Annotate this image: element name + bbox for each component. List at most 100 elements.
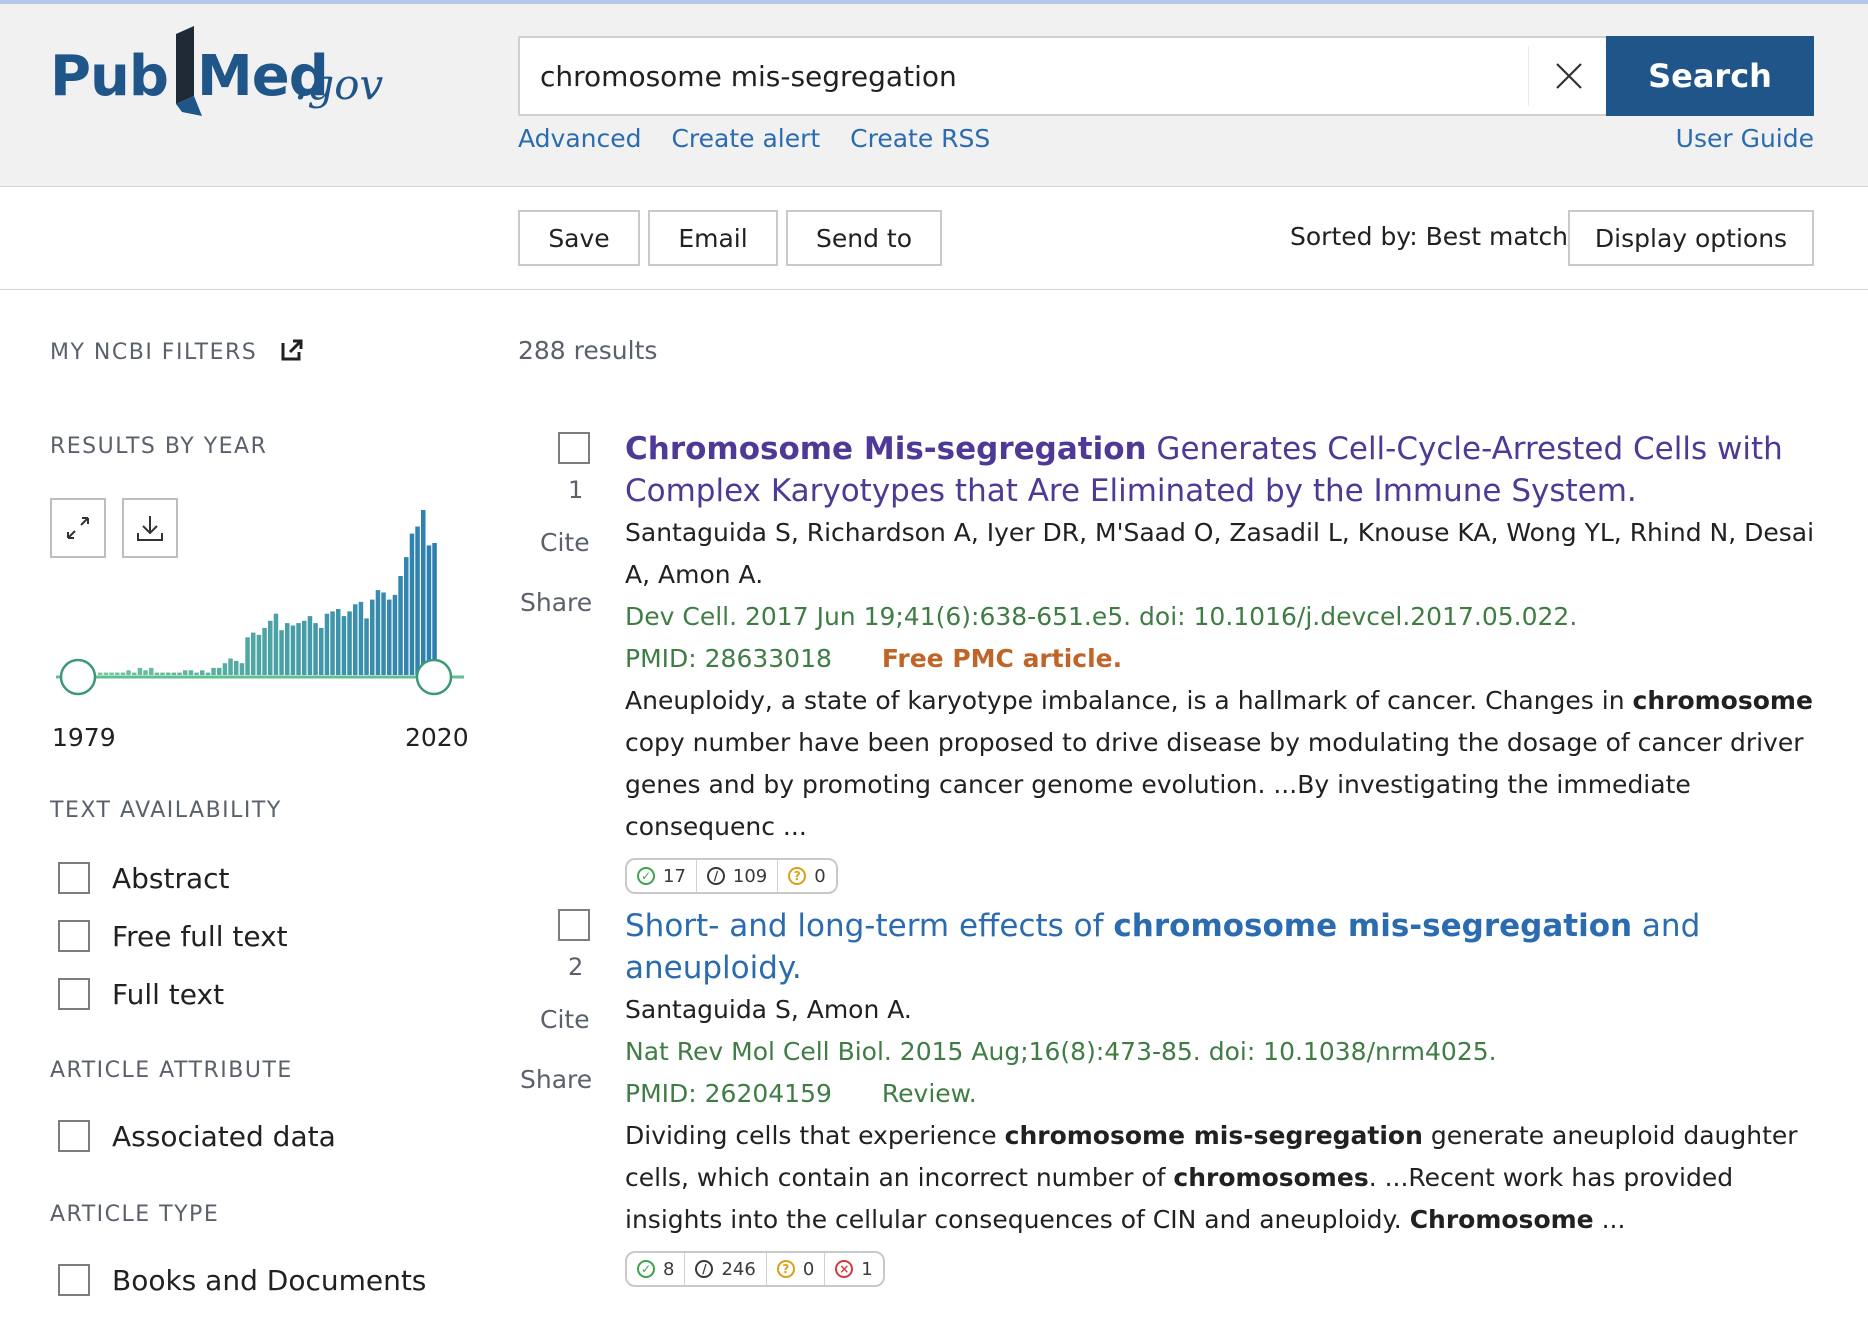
cite-button[interactable]: Cite [540,1005,590,1034]
result-select-checkbox[interactable] [558,432,590,464]
display-options-button[interactable]: Display options [1568,210,1814,266]
histogram-bar [262,627,267,675]
advanced-link[interactable]: Advanced [518,124,642,153]
histogram-bar [364,618,369,675]
question-circle-icon: ? [776,1260,795,1278]
search-button[interactable]: Search [1606,36,1814,116]
results-toolbar: Save Email Send to Sorted by: Best match… [0,188,1868,290]
result-title-link[interactable]: Chromosome Mis-segregation Generates Cel… [625,428,1820,512]
create-alert-link[interactable]: Create alert [671,124,820,153]
snippet-highlight: Chromosome [1409,1205,1594,1234]
histogram-bar [387,599,392,675]
histogram-bar [171,672,177,675]
histogram-bar [381,592,386,675]
user-guide-link[interactable]: User Guide [1676,124,1814,153]
scite-badges[interactable]: ✓ 17 /109 ? 0 [625,858,838,894]
unclassified-citations-badge: ? 0 [778,860,835,892]
result-title-link[interactable]: Short- and long-term effects of chromoso… [625,905,1820,989]
mentioning-citations-badge: / 246 [685,1253,767,1285]
create-rss-link[interactable]: Create RSS [850,124,990,153]
send-to-button[interactable]: Send to [786,210,942,266]
text-availability-heading: TEXT AVAILABILITY [50,798,282,823]
histogram-bar [166,672,171,675]
filter-full-text[interactable]: Full text [58,974,224,1014]
snippet-text: ... [1593,1205,1626,1234]
slash-circle-icon: / [695,1260,714,1278]
filter-checkbox[interactable] [58,920,90,952]
cite-button[interactable]: Cite [540,528,590,557]
filter-checkbox[interactable] [58,862,90,894]
clear-search-button[interactable] [1528,46,1608,106]
logo-text-gov: .gov [294,60,384,109]
filter-books-and-documents[interactable]: Books and Documents [58,1260,426,1300]
histogram-bar [222,663,228,675]
pubmed-logo[interactable]: Pub Med .gov [50,26,390,121]
histogram-bar [347,611,352,675]
year-start-label: 1979 [52,723,116,752]
histogram-bar [279,630,284,675]
histogram-bar [251,632,256,675]
histogram-bar [273,613,279,675]
save-button[interactable]: Save [518,210,640,266]
filter-label: Abstract [112,861,230,895]
histogram-bar [324,613,330,675]
search-input[interactable] [520,38,1520,114]
result-citation: Nat Rev Mol Cell Biol. 2015 Aug;16(8):47… [625,1037,1497,1066]
histogram-bar [404,557,409,675]
result-pmid: PMID: 26204159 [625,1079,832,1108]
year-range-start-handle[interactable] [59,658,97,696]
snippet-text: copy number have been proposed to drive … [625,728,1804,841]
review-badge: Review. [881,1079,977,1108]
filter-abstract[interactable]: Abstract [58,858,230,898]
histogram-bar [426,545,432,675]
snippet-highlight: chromosome [1632,686,1813,715]
histogram-bar [392,594,398,675]
email-button[interactable]: Email [648,210,778,266]
results-count: 288 results [518,336,658,365]
share-button[interactable]: Share [520,588,592,617]
histogram-bar [239,663,245,675]
snippet-text: Aneuploidy, a state of karyotype imbalan… [625,686,1633,715]
my-ncbi-filters-heading[interactable]: MY NCBI FILTERS [50,338,304,365]
badge-count: 109 [732,865,768,887]
results-by-year-heading: RESULTS BY YEAR [50,434,268,459]
histogram-bar [149,667,154,675]
histogram-bar [307,616,313,675]
histogram-bar [200,670,205,675]
article-attribute-heading: ARTICLE ATTRIBUTE [50,1058,293,1083]
filter-checkbox[interactable] [58,978,90,1010]
filter-label: Associated data [112,1119,336,1153]
title-highlight: Chromosome Mis-segregation [625,431,1147,467]
histogram-bar [194,672,199,675]
filter-free-full-text[interactable]: Free full text [58,916,288,956]
filter-checkbox[interactable] [58,1120,90,1152]
result-select-checkbox[interactable] [558,909,590,941]
check-circle-icon: ✓ [637,867,655,885]
histogram-bar [296,623,301,675]
histogram-bar [217,667,222,675]
filter-label: Full text [112,977,225,1011]
histogram-bar [415,526,420,675]
histogram-bar [290,625,296,675]
search-box [518,36,1608,116]
filter-checkbox[interactable] [58,1264,90,1296]
question-circle-icon: ? [788,867,807,885]
my-ncbi-filters-label: MY NCBI FILTERS [50,340,258,365]
scite-badges[interactable]: ✓ 8 /246 ? 0 × 1 [625,1251,885,1287]
title-text: Short- and long-term effects of [625,908,1114,944]
result-pmid: PMID: 28633018 [625,644,832,673]
result-body: Chromosome Mis-segregation Generates Cel… [625,428,1820,894]
histogram-bar [302,620,307,675]
year-range-end-handle[interactable] [415,658,453,696]
share-button[interactable]: Share [520,1065,592,1094]
histogram-bar [228,658,233,675]
histogram-bar [421,510,426,675]
histogram-bar [132,672,137,675]
results-by-year-histogram[interactable] [50,500,470,730]
result-authors: Santaguida S, Amon A. [625,995,912,1024]
histogram-bar [103,672,109,675]
histogram-bar [183,670,188,675]
close-icon [1555,63,1582,89]
sorted-by-label[interactable]: Sorted by: Best match [1290,222,1568,251]
filter-associated-data[interactable]: Associated data [58,1116,336,1156]
